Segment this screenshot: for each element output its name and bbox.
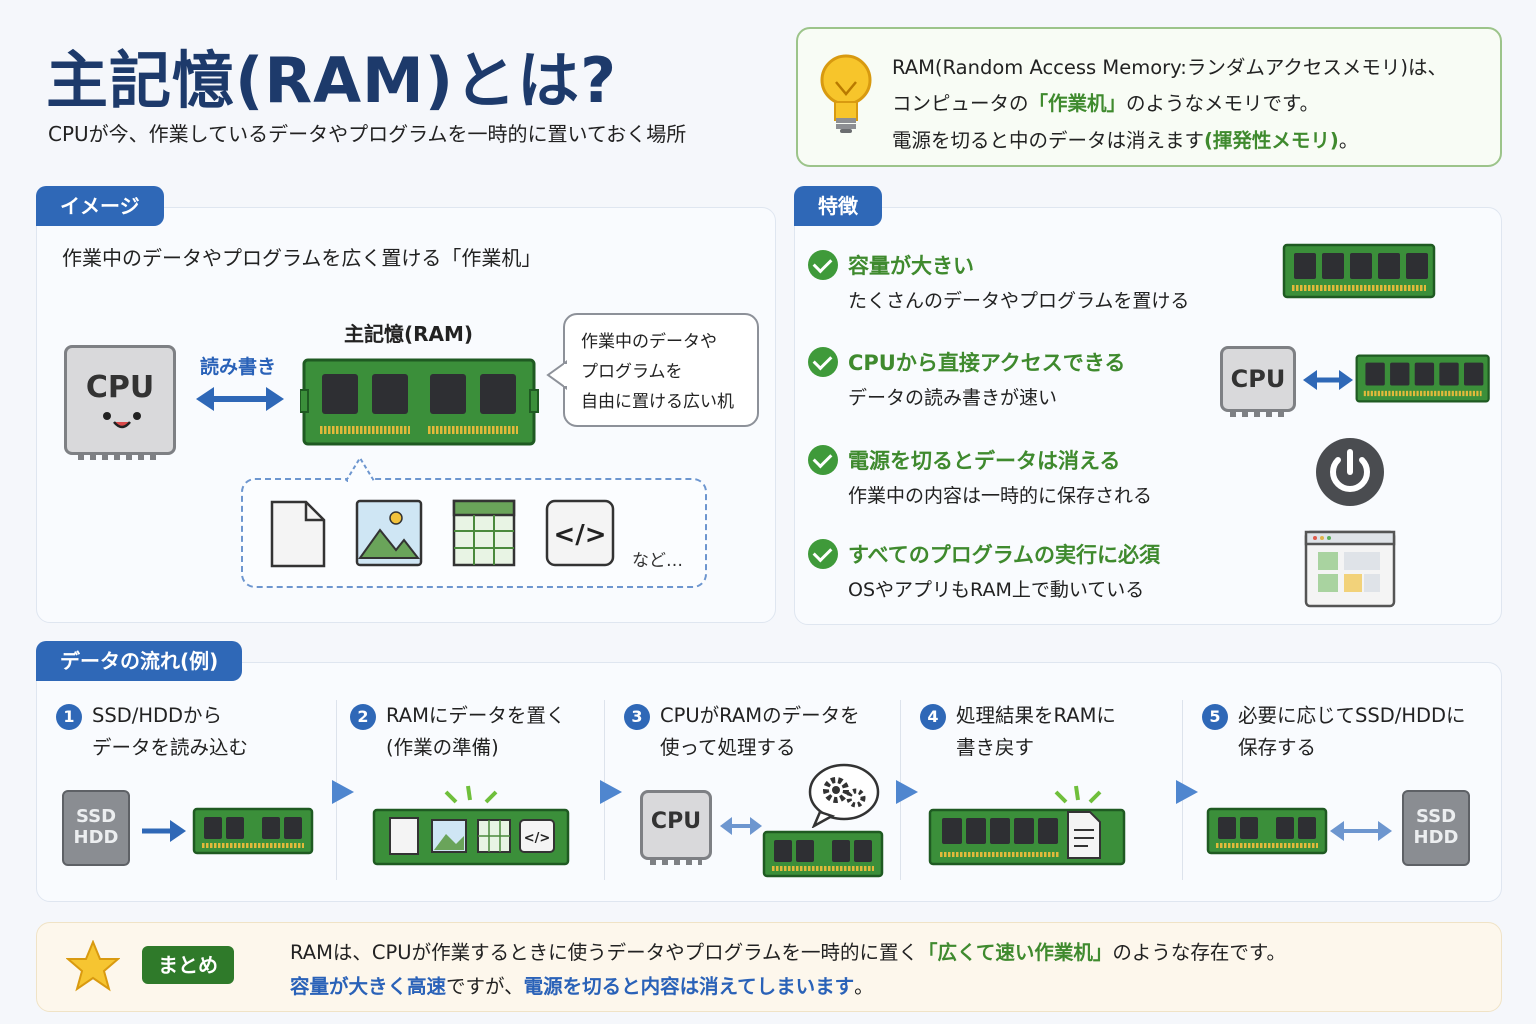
lightbulb-icon	[820, 54, 872, 133]
features-panel-tag: 特徴	[794, 186, 882, 226]
bubble-line-3: 自由に置ける広い机	[581, 392, 734, 412]
step-5-number: 5	[1202, 704, 1228, 730]
power-icon	[1316, 438, 1384, 506]
step-3-number: 3	[624, 704, 650, 730]
step-1-text: SSD/HDDから データを読み込む	[92, 704, 249, 759]
image-caption: 作業中のデータやプログラムを広く置ける「作業机」	[62, 246, 542, 270]
app-window-icon	[1304, 530, 1396, 608]
step-3-text: CPUがRAMのデータを 使って処理する	[660, 704, 860, 759]
ram-module-icon	[1282, 243, 1436, 299]
step-4-number: 4	[920, 704, 946, 730]
cpu-chip-icon: CPU	[1220, 346, 1296, 417]
ram-with-result-icon	[928, 785, 1126, 866]
image-panel-tag: イメージ	[36, 186, 164, 226]
summary-badge: まとめ	[142, 946, 234, 984]
check-icon	[808, 250, 838, 280]
feature-title-1: 容量が大きい	[848, 254, 974, 278]
step-4-text: 処理結果をRAMに 書き戻す	[956, 704, 1116, 759]
ssd-hdd-icon: SSD HDD	[1402, 790, 1470, 866]
double-arrow-icon	[1330, 821, 1392, 841]
check-icon	[808, 445, 838, 475]
check-icon	[808, 347, 838, 377]
files-box-pointer	[344, 456, 376, 482]
summary-line-1: RAMは、CPUが作業するときに使うデータやプログラムを一時的に置く「広くて速い…	[290, 941, 1286, 964]
gear-bubble-icon	[808, 763, 880, 828]
feature-title-4: すべてのプログラムの実行に必須	[848, 543, 1161, 567]
feature-title-3: 電源を切るとデータは消える	[848, 449, 1121, 473]
info-line-1: RAM(Random Access Memory:ランダムアクセスメモリ)は、	[892, 56, 1448, 79]
ssd-hdd-icon: SSD HDD	[62, 790, 130, 866]
ram-module-icon	[192, 807, 314, 855]
feature-title-2: CPUから直接アクセスできる	[848, 351, 1126, 375]
info-line-2: コンピュータの「作業机」のようなメモリです。	[892, 92, 1320, 115]
bubble-tail	[546, 360, 568, 390]
ram-with-files-icon: </>	[372, 785, 570, 866]
step-arrow-icon	[332, 780, 354, 804]
svg-text:</>: </>	[524, 831, 551, 846]
svg-text:</>: </>	[553, 520, 606, 550]
image-file-icon	[355, 499, 423, 567]
step-arrow-icon	[896, 780, 918, 804]
step-arrow-icon	[600, 780, 622, 804]
double-arrow-icon	[720, 817, 762, 835]
etc-label: など…	[632, 551, 683, 571]
step-2-text: RAMにデータを置く (作業の準備)	[386, 704, 566, 759]
document-icon	[270, 500, 326, 568]
ram-module-icon	[300, 358, 540, 446]
step-2-number: 2	[350, 704, 376, 730]
ram-module-icon	[1355, 354, 1490, 403]
summary-line-2: 容量が大きく高速ですが、電源を切ると内容は消えてしまいます。	[290, 975, 874, 998]
step-1-number: 1	[56, 704, 82, 730]
step-5-text: 必要に応じてSSD/HDDに 保存する	[1238, 704, 1466, 759]
info-box: RAM(Random Access Memory:ランダムアクセスメモリ)は、 …	[796, 27, 1502, 167]
double-arrow-icon	[1303, 370, 1353, 390]
ram-module-icon	[1206, 807, 1328, 855]
cpu-chip-icon: CPU	[64, 345, 176, 460]
double-arrow-icon	[196, 387, 284, 411]
step-arrow-icon	[1176, 780, 1198, 804]
cpu-chip-icon: CPU	[640, 790, 712, 865]
code-file-icon: </>	[545, 499, 615, 567]
flow-panel-tag: データの流れ(例)	[36, 641, 243, 681]
arrow-right-icon	[142, 820, 186, 842]
info-line-3: 電源を切ると中のデータは消えます(揮発性メモリ)。	[892, 129, 1359, 152]
check-icon	[808, 539, 838, 569]
bubble-line-1: 作業中のデータや	[581, 332, 717, 352]
feature-desc-4: OSやアプリもRAM上で動いている	[848, 579, 1145, 601]
star-icon	[66, 940, 120, 992]
ram-label: 主記憶(RAM)	[344, 322, 474, 346]
read-write-label: 読み書き	[200, 356, 277, 378]
feature-desc-1: たくさんのデータやプログラムを置ける	[848, 290, 1190, 312]
speech-bubble: 作業中のデータや プログラムを 自由に置ける広い机	[563, 313, 759, 427]
page-subtitle: CPUが今、作業しているデータやプログラムを一時的に置いておく場所	[48, 122, 687, 146]
bubble-line-2: プログラムを	[581, 362, 683, 382]
page-title: 主記憶(RAM)とは?	[46, 44, 618, 117]
spreadsheet-icon	[452, 499, 516, 567]
feature-desc-2: データの読み書きが速い	[848, 387, 1058, 409]
ram-module-icon	[762, 830, 884, 878]
feature-desc-3: 作業中の内容は一時的に保存される	[848, 485, 1153, 507]
